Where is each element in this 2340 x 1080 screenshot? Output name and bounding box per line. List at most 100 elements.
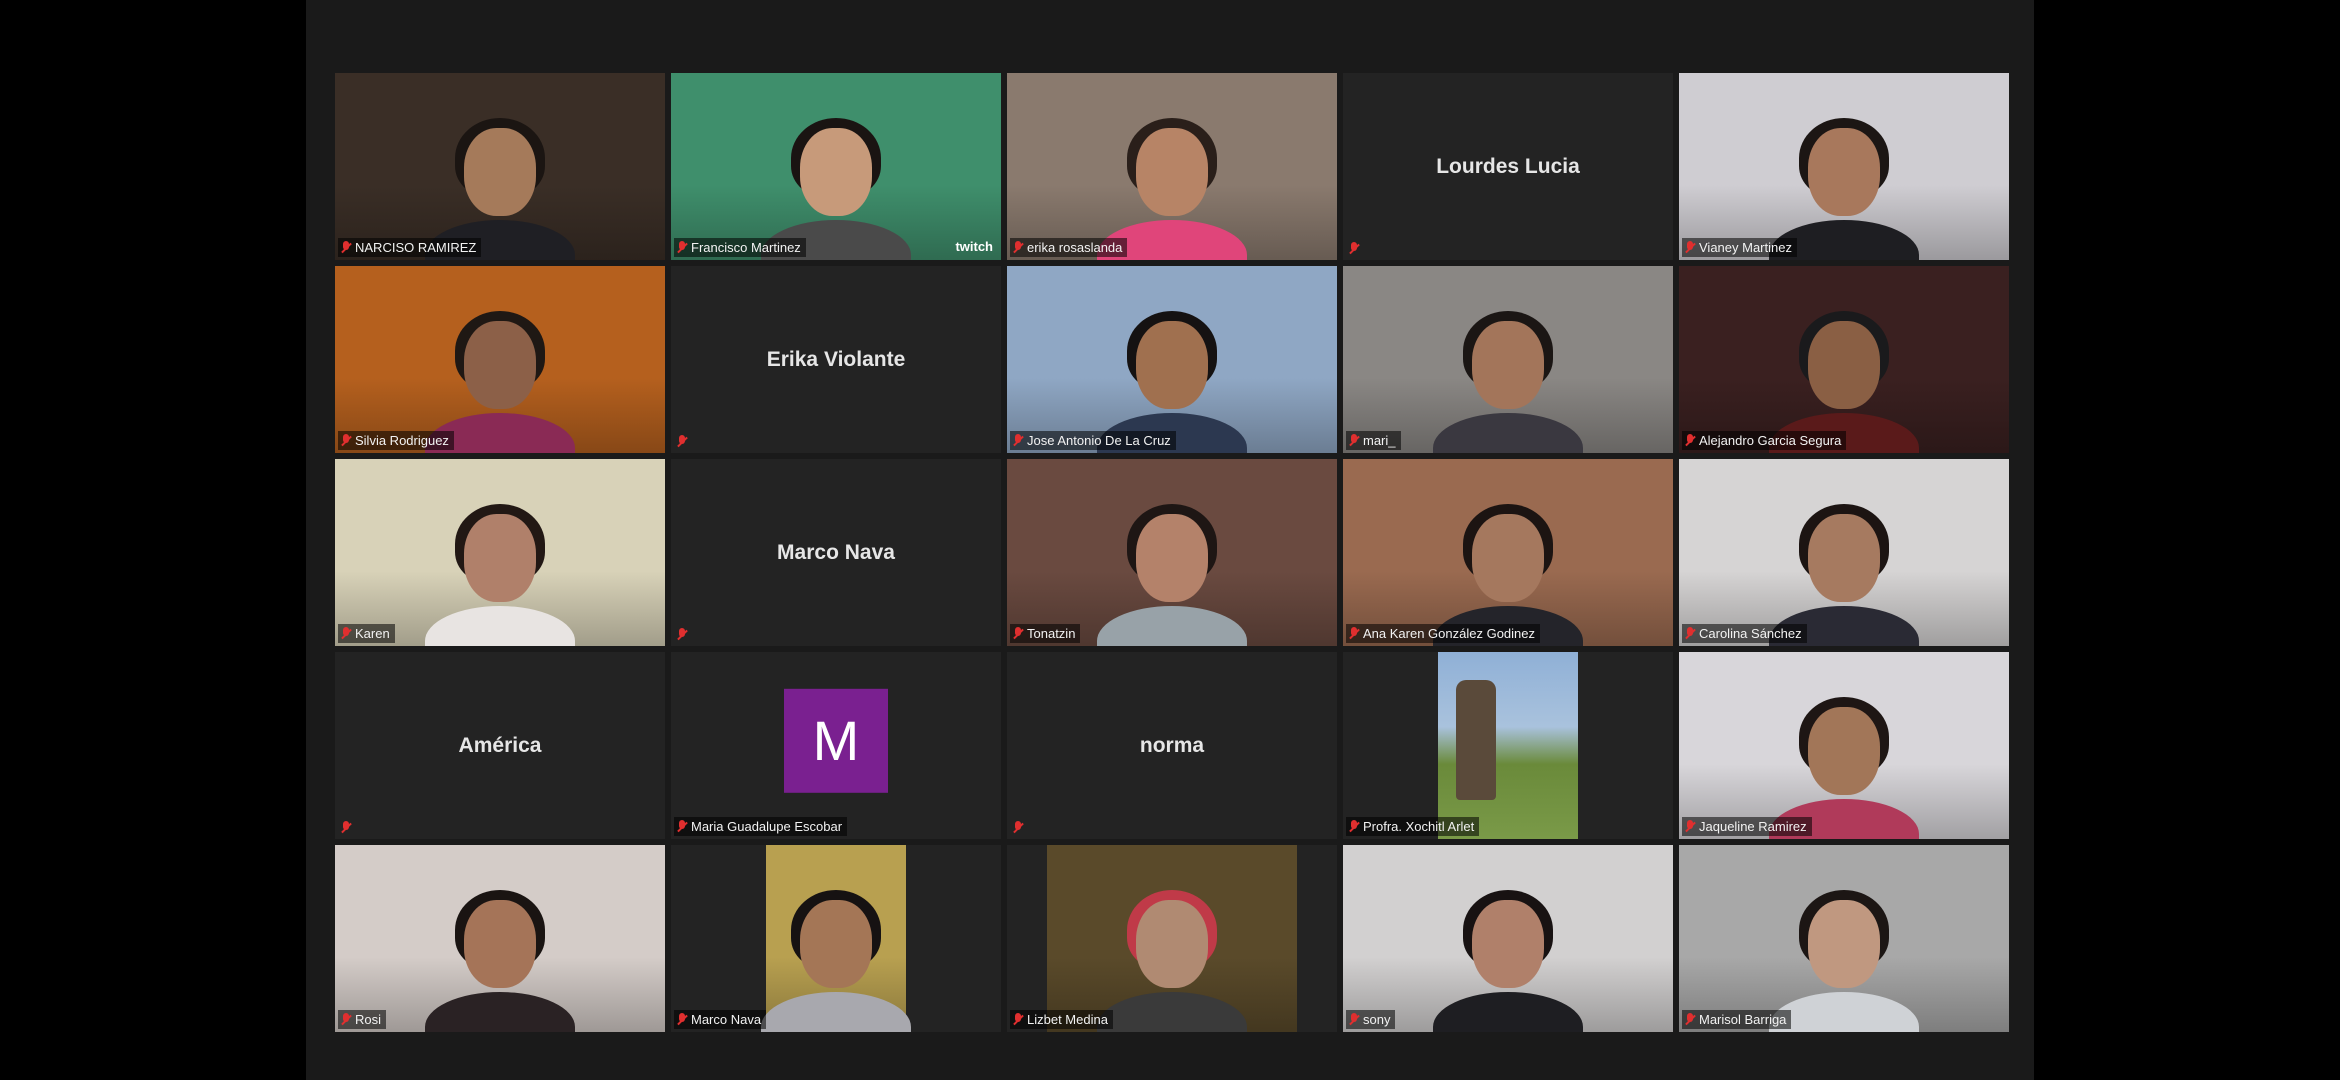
participant-tile[interactable]: sony bbox=[1343, 845, 1673, 1032]
participant-silhouette bbox=[1433, 303, 1583, 453]
participant-name-label: Carolina Sánchez bbox=[1682, 624, 1807, 643]
participant-tile[interactable]: Rosi bbox=[335, 845, 665, 1032]
participant-name-label: Marco Nava bbox=[674, 1010, 767, 1029]
video-feed bbox=[1007, 73, 1337, 260]
participant-name: Lizbet Medina bbox=[1027, 1012, 1108, 1027]
video-feed bbox=[1047, 845, 1297, 1032]
participant-name: Marisol Barriga bbox=[1699, 1012, 1787, 1027]
participant-tile[interactable]: Vianey Martinez bbox=[1679, 73, 2009, 260]
participant-tile[interactable]: Lourdes Lucia bbox=[1343, 73, 1673, 260]
participant-name-label: Lizbet Medina bbox=[1010, 1010, 1113, 1029]
muted-mic-icon bbox=[677, 820, 687, 833]
participant-name: sony bbox=[1363, 1012, 1391, 1027]
participant-name: Vianey Martinez bbox=[1699, 240, 1792, 255]
participant-tile[interactable]: erika rosaslanda bbox=[1007, 73, 1337, 260]
participant-tile[interactable]: Erika Violante bbox=[671, 266, 1001, 453]
participant-tile[interactable]: Profra. Xochitl Arlet bbox=[1343, 652, 1673, 839]
participant-silhouette bbox=[1097, 882, 1247, 1032]
video-feed bbox=[671, 73, 1001, 260]
participant-tile[interactable]: mari_ bbox=[1343, 266, 1673, 453]
participant-name-label: Alejandro Garcia Segura bbox=[1682, 431, 1847, 450]
muted-mic-icon bbox=[1349, 1013, 1359, 1026]
participant-tile[interactable]: Alejandro Garcia Segura bbox=[1679, 266, 2009, 453]
participant-silhouette bbox=[1769, 882, 1919, 1032]
participant-silhouette bbox=[761, 882, 911, 1032]
video-feed bbox=[1343, 845, 1673, 1032]
participant-name: Ana Karen González Godinez bbox=[1363, 626, 1535, 641]
participant-tile[interactable]: Ana Karen González Godinez bbox=[1343, 459, 1673, 646]
muted-mic-icon bbox=[677, 241, 687, 254]
participant-tile[interactable]: M Maria Guadalupe Escobar bbox=[671, 652, 1001, 839]
video-feed bbox=[1007, 266, 1337, 453]
muted-mic-icon bbox=[341, 821, 351, 834]
participant-silhouette bbox=[1097, 496, 1247, 646]
participant-tile[interactable]: Jose Antonio De La Cruz bbox=[1007, 266, 1337, 453]
participant-name: Carolina Sánchez bbox=[1699, 626, 1802, 641]
participant-name-label: mari_ bbox=[1346, 431, 1401, 450]
participant-name-label: sony bbox=[1346, 1010, 1396, 1029]
avatar: M bbox=[784, 688, 888, 793]
participant-tile[interactable]: Marco Nava bbox=[671, 459, 1001, 646]
participant-tile[interactable]: Silvia Rodriguez bbox=[335, 266, 665, 453]
participant-tile[interactable]: Marco Nava bbox=[671, 845, 1001, 1032]
muted-mic-icon bbox=[677, 435, 687, 448]
muted-mic-icon bbox=[1013, 434, 1023, 447]
participant-tile[interactable]: Jaqueline Ramirez bbox=[1679, 652, 2009, 839]
muted-mic-icon bbox=[677, 628, 687, 641]
muted-mic-icon bbox=[341, 434, 351, 447]
muted-mic-icon bbox=[1349, 434, 1359, 447]
participant-name: Tonatzin bbox=[1027, 626, 1076, 641]
video-feed bbox=[1679, 73, 2009, 260]
participant-name-label: Karen bbox=[338, 624, 395, 643]
participant-display-name: Marco Nava bbox=[777, 540, 895, 564]
participant-name-label bbox=[338, 819, 354, 836]
participant-silhouette bbox=[425, 496, 575, 646]
participant-name-label: erika rosaslanda bbox=[1010, 238, 1128, 257]
participant-tile[interactable]: twitch Francisco Martinez bbox=[671, 73, 1001, 260]
muted-mic-icon bbox=[341, 627, 351, 640]
moai-statue bbox=[1456, 680, 1496, 800]
participant-name-label: Tonatzin bbox=[1010, 624, 1081, 643]
video-feed bbox=[1679, 845, 2009, 1032]
participant-tile[interactable]: Lizbet Medina bbox=[1007, 845, 1337, 1032]
participant-name-label bbox=[1010, 819, 1026, 836]
video-feed bbox=[335, 459, 665, 646]
participant-tile[interactable]: América bbox=[335, 652, 665, 839]
participant-name: Alejandro Garcia Segura bbox=[1699, 433, 1842, 448]
participant-name-label: Ana Karen González Godinez bbox=[1346, 624, 1540, 643]
participant-tile[interactable]: NARCISO RAMIREZ bbox=[335, 73, 665, 260]
participant-name-label: Rosi bbox=[338, 1010, 387, 1029]
participant-tile[interactable]: Marisol Barriga bbox=[1679, 845, 2009, 1032]
participant-name: Marco Nava bbox=[691, 1012, 762, 1027]
muted-mic-icon bbox=[1013, 241, 1023, 254]
participant-name: Maria Guadalupe Escobar bbox=[691, 819, 843, 834]
participant-silhouette bbox=[1433, 882, 1583, 1032]
participant-name: NARCISO RAMIREZ bbox=[355, 240, 477, 255]
participant-name: Jose Antonio De La Cruz bbox=[1027, 433, 1171, 448]
video-feed bbox=[761, 845, 911, 1032]
participant-display-name: América bbox=[458, 733, 542, 757]
participant-display-name: norma bbox=[1139, 733, 1205, 757]
participant-name-label bbox=[674, 626, 690, 643]
muted-mic-icon bbox=[1013, 627, 1023, 640]
participant-name-label: Vianey Martinez bbox=[1682, 238, 1797, 257]
participant-tile[interactable]: Karen bbox=[335, 459, 665, 646]
participant-name: Karen bbox=[355, 626, 390, 641]
participant-name-label: Profra. Xochitl Arlet bbox=[1346, 817, 1480, 836]
muted-mic-icon bbox=[1349, 820, 1359, 833]
participant-name: Profra. Xochitl Arlet bbox=[1363, 819, 1475, 834]
participant-display-name: Lourdes Lucia bbox=[1436, 154, 1580, 178]
twitch-logo: twitch bbox=[955, 239, 993, 254]
muted-mic-icon bbox=[341, 241, 351, 254]
participant-name: Silvia Rodriguez bbox=[355, 433, 449, 448]
participant-tile[interactable]: Carolina Sánchez bbox=[1679, 459, 2009, 646]
participant-tile[interactable]: norma bbox=[1007, 652, 1337, 839]
participant-name-label: Maria Guadalupe Escobar bbox=[674, 817, 848, 836]
participant-name-label: Jose Antonio De La Cruz bbox=[1010, 431, 1176, 450]
video-feed bbox=[1679, 459, 2009, 646]
muted-mic-icon bbox=[1685, 627, 1695, 640]
participant-name: erika rosaslanda bbox=[1027, 240, 1123, 255]
participant-silhouette bbox=[425, 882, 575, 1032]
participant-name-label: Silvia Rodriguez bbox=[338, 431, 454, 450]
participant-tile[interactable]: Tonatzin bbox=[1007, 459, 1337, 646]
